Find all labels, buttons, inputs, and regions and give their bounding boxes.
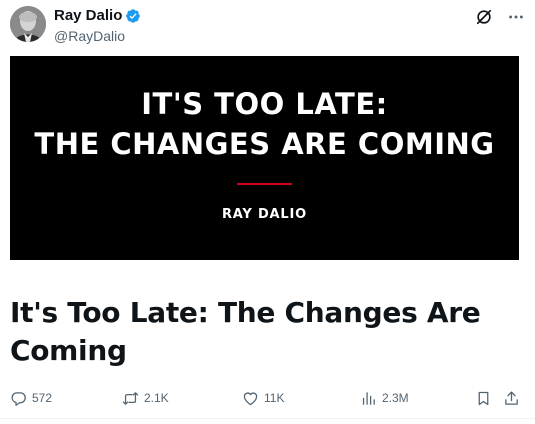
grok-icon[interactable] <box>475 8 493 26</box>
repost-button[interactable]: 2.1K <box>122 386 169 410</box>
more-icon[interactable] <box>507 8 525 26</box>
like-count: 11K <box>264 391 285 405</box>
views-button[interactable]: 2.3M <box>360 386 409 410</box>
post-divider <box>0 418 535 419</box>
like-button[interactable]: 11K <box>242 386 284 410</box>
header-actions <box>475 8 525 26</box>
author-name-row: Ray Dalio <box>54 6 141 25</box>
share-icon <box>505 390 518 405</box>
article-cover-image[interactable]: IT'S TOO LATE: THE CHANGES ARE COMING RA… <box>10 56 519 260</box>
heart-icon <box>243 392 258 405</box>
repost-count: 2.1K <box>144 391 169 405</box>
avatar-portrait-icon <box>10 6 46 42</box>
bookmark-icon <box>478 391 489 405</box>
bookmark-button[interactable] <box>475 386 492 410</box>
reply-icon <box>11 391 26 406</box>
cover-red-divider <box>237 183 292 185</box>
reply-count: 572 <box>32 391 53 405</box>
repost-icon <box>122 391 139 405</box>
cover-author-caption: RAY DALIO <box>222 207 307 222</box>
cover-headline-line2: THE CHANGES ARE COMING <box>34 127 495 161</box>
views-count: 2.3M <box>382 391 409 405</box>
verified-badge-icon[interactable] <box>125 8 141 24</box>
cover-headline-line1: IT'S TOO LATE: <box>141 87 388 121</box>
author-avatar[interactable] <box>10 6 46 42</box>
author-display-name[interactable]: Ray Dalio <box>54 6 122 25</box>
post-action-bar: 572 2.1K 11K 2.3M <box>10 386 520 410</box>
share-button[interactable] <box>503 386 520 410</box>
views-chart-icon <box>362 391 375 405</box>
post-header: Ray Dalio @RayDalio <box>10 6 525 46</box>
reply-button[interactable]: 572 <box>10 386 52 410</box>
author-handle[interactable]: @RayDalio <box>54 27 141 45</box>
article-title[interactable]: It's Too Late: The Changes Are Coming <box>10 294 520 370</box>
author-info: Ray Dalio @RayDalio <box>54 6 141 45</box>
